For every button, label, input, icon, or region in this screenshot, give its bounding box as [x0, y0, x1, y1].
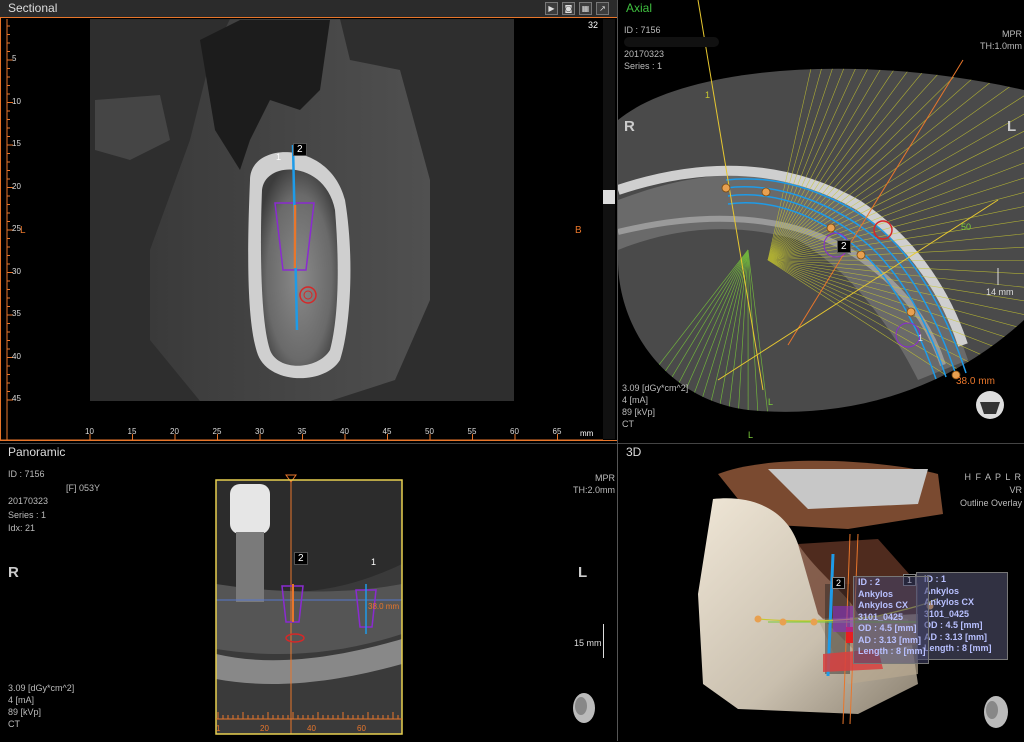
orient-left-label: L [20, 225, 26, 236]
ruler-label: 35 [12, 309, 21, 318]
implant-1-id: ID : 1 [924, 574, 992, 586]
ruler-label: 15 [128, 427, 137, 436]
implant-1-marker: 1 [276, 152, 281, 162]
axial-date: 20170323 [624, 48, 719, 60]
ruler-label: 55 [468, 427, 477, 436]
implant-1-ad: AD : 3.13 [mm] [924, 632, 992, 644]
ruler-label: 65 [553, 427, 562, 436]
mm-unit-label: mm [580, 429, 593, 438]
ruler-label: 5 [12, 54, 16, 63]
orient-right-label: B [575, 225, 582, 236]
axial-arch-length: 38.0 mm [956, 376, 995, 387]
sectional-image [0, 0, 618, 441]
axial-info: ID : 7156 20170323 Series : 1 [624, 24, 719, 72]
slice-number: 32 [588, 20, 598, 30]
implant-2-model: Ankylos CX [858, 600, 926, 612]
3d-mode-info: H F A P L R VR Outline Overlay [960, 471, 1022, 510]
3d-orientation: H F A P L R [960, 471, 1022, 484]
ruler-label: 40 [340, 427, 349, 436]
axial-dose: 3.09 [dGy*cm^2] [622, 382, 688, 394]
axial-marker-L2: L [748, 430, 753, 440]
axial-orient-left: R [624, 118, 635, 135]
ruler-label: 25 [213, 427, 222, 436]
axial-id: ID : 7156 [624, 24, 719, 36]
sectional-view[interactable]: Sectional ▶ ◙ ▦ ↗ 510152025 [0, 0, 618, 441]
implant-1-model: Ankylos CX [924, 597, 992, 609]
implant-1-brand: Ankylos [924, 586, 992, 598]
ruler-label: 20 [12, 182, 21, 191]
ruler-label: 15 [12, 139, 21, 148]
implant-2-badge[interactable]: 2 [832, 577, 845, 589]
axial-modality: CT [622, 418, 688, 430]
axial-orient-right: L [1007, 118, 1016, 135]
implant-2-id: ID : 2 [858, 577, 926, 589]
3d-title: 3D [626, 445, 641, 459]
axial-exposure-info: 3.09 [dGy*cm^2] 4 [mA] 89 [kVp] CT [622, 382, 688, 430]
axial-marker-1: 1 [705, 90, 710, 100]
implant-1-length: Length : 8 [mm] [924, 643, 992, 655]
axial-marker-L: L [768, 397, 773, 407]
vertical-divider[interactable] [617, 0, 618, 741]
axial-redacted [624, 37, 719, 47]
implant-1-od: OD : 4.5 [mm] [924, 620, 992, 632]
ruler-label: 50 [425, 427, 434, 436]
axial-thickness: TH:1.0mm [980, 40, 1022, 52]
implant-2-od: OD : 4.5 [mm] [858, 623, 926, 635]
ruler-label: 30 [255, 427, 264, 436]
ruler-label: 40 [12, 352, 21, 361]
head-orientation-icon-3d [984, 696, 1008, 728]
axial-marker-1b: 1 [918, 333, 923, 343]
ruler-label: 45 [12, 394, 21, 403]
head-orientation-icon-axial [976, 391, 1004, 419]
axial-scale: 14 mm [986, 287, 1014, 297]
3d-view[interactable]: 3D H F A P L R VR Outline Overlay 1 ID :… [618, 443, 1024, 742]
axial-mode: MPR [980, 28, 1022, 40]
ruler-label: 60 [510, 427, 519, 436]
ruler-label: 30 [12, 267, 21, 276]
axial-series: Series : 1 [624, 60, 719, 72]
axial-marker-50: 50 [961, 222, 971, 232]
ruler-label: 20 [170, 427, 179, 436]
3d-title-bar: 3D [618, 444, 1024, 461]
ruler-label: 35 [298, 427, 307, 436]
axial-title-bar: Axial [618, 0, 1024, 17]
implant-1-details: ID : 1 Ankylos Ankylos CX 3101_0425 OD :… [924, 574, 992, 655]
implant-2-label[interactable]: 2 [293, 143, 307, 156]
ruler-label: 10 [85, 427, 94, 436]
implant-2-ad: AD : 3.13 [mm] [858, 635, 926, 647]
panoramic-view[interactable]: Panoramic ID : 7156 [F] 053Y 20170323 Se… [0, 443, 617, 742]
axial-mode-info: MPR TH:1.0mm [980, 28, 1022, 52]
implant-2-brand: Ankylos [858, 589, 926, 601]
axial-view[interactable]: Axial ID : 7156 20170323 Series : 1 MPR … [618, 0, 1024, 441]
axial-title: Axial [626, 1, 652, 15]
axial-ma: 4 [mA] [622, 394, 688, 406]
implant-2-details: ID : 2 Ankylos Ankylos CX 3101_0425 OD :… [858, 577, 926, 658]
3d-mode: VR [960, 484, 1022, 497]
implant-1-code: 3101_0425 [924, 609, 992, 621]
3d-overlay: Outline Overlay [960, 497, 1022, 510]
ruler-label: 45 [383, 427, 392, 436]
axial-implant-2-label[interactable]: 2 [837, 240, 851, 253]
implant-2-length: Length : 8 [mm] [858, 646, 926, 658]
head-orientation-icon-panoramic [0, 444, 617, 742]
implant-2-code: 3101_0425 [858, 612, 926, 624]
ruler-label: 10 [12, 97, 21, 106]
axial-kvp: 89 [kVp] [622, 406, 688, 418]
